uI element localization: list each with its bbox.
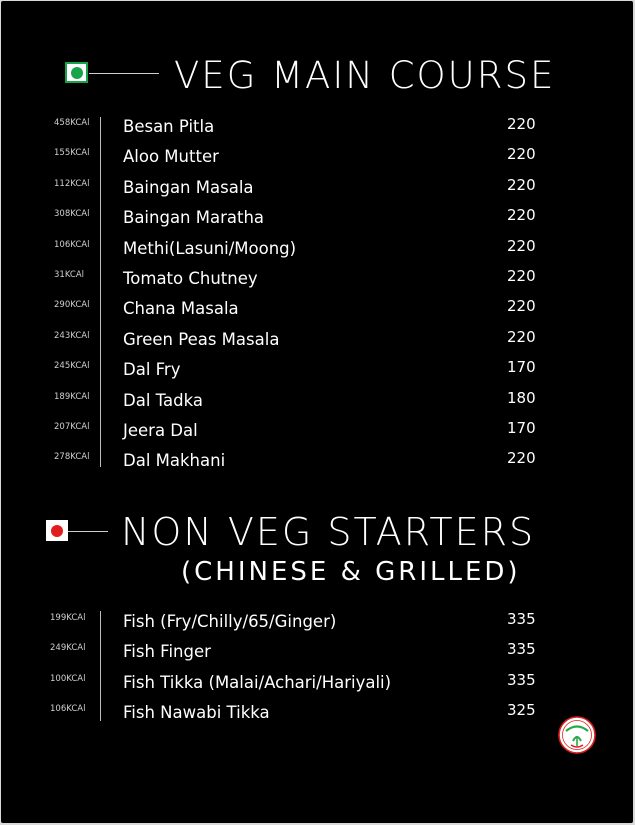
item-kcal: 290KCAl	[54, 300, 90, 311]
nonveg-section-title: NON VEG STARTERS	[121, 510, 536, 554]
item-kcal: 278KCAl	[54, 452, 90, 463]
item-kcal: 249KCAl	[50, 643, 86, 654]
item-name: Fish Nawabi Tikka	[123, 703, 270, 723]
item-name: Methi(Lasuni/Moong)	[123, 238, 297, 258]
item-name: Fish Finger	[123, 642, 211, 662]
item-kcal: 106KCAl	[54, 239, 90, 250]
item-name: Tomato Chutney	[123, 269, 258, 288]
item-kcal: 458KCAl	[54, 118, 90, 128]
item-kcal: 112KCAl	[54, 178, 90, 189]
item-price: 325	[507, 701, 536, 720]
item-name: Besan Pitla	[123, 117, 215, 136]
item-price: 220	[507, 175, 536, 194]
nonveg-section-subtitle: (CHINESE & GRILLED)	[181, 557, 521, 587]
item-kcal: 207KCAl	[54, 422, 90, 432]
veg-title-rule	[89, 73, 159, 74]
item-name: Dal Makhani	[123, 451, 226, 471]
item-kcal: 243KCAl	[54, 330, 90, 341]
item-price: 170	[507, 358, 536, 377]
item-price: 335	[507, 640, 536, 659]
item-name: Aloo Mutter	[123, 147, 219, 167]
item-name: Fish (Fry/Chilly/65/Ginger)	[123, 612, 337, 631]
item-kcal: 106KCAl	[50, 704, 86, 715]
item-price: 220	[507, 327, 536, 346]
item-name: Dal Fry	[123, 360, 181, 380]
veg-section-title: VEG MAIN COURSE	[174, 54, 556, 97]
item-price: 220	[507, 449, 536, 468]
item-price: 335	[507, 670, 536, 689]
item-name: Fish Tikka (Malai/Achari/Hariyali)	[123, 672, 392, 692]
menu-page: VEG MAIN COURSE 458KCAl Besan Pitla 220 155…	[1, 1, 633, 823]
item-price: 220	[507, 115, 536, 133]
veg-kcal-divider	[100, 117, 101, 467]
item-price: 220	[507, 267, 536, 285]
brand-logo-icon	[558, 716, 596, 754]
item-name: Green Peas Masala	[123, 329, 280, 349]
item-name: Jeera Dal	[123, 421, 198, 440]
veg-marker-dot	[70, 66, 83, 79]
item-kcal: 245KCAl	[54, 361, 90, 372]
nonveg-marker-icon	[46, 520, 68, 541]
item-price: 220	[507, 206, 536, 225]
item-price: 180	[507, 388, 536, 407]
item-kcal: 31KCAl	[54, 270, 85, 280]
nonveg-marker-dot	[51, 524, 63, 537]
item-name: Chana Masala	[123, 299, 239, 319]
item-name: Baingan Masala	[123, 177, 254, 197]
item-price: 220	[507, 236, 536, 255]
item-price: 170	[507, 419, 536, 437]
item-kcal: 189KCAl	[54, 391, 90, 402]
item-price: 335	[507, 610, 536, 628]
item-kcal: 308KCAl	[54, 209, 90, 220]
item-kcal: 100KCAl	[50, 673, 86, 684]
item-price: 220	[507, 297, 536, 316]
item-price: 220	[507, 145, 536, 164]
nonveg-kcal-divider	[100, 611, 101, 721]
item-kcal: 155KCAl	[54, 148, 90, 159]
item-name: Dal Tadka	[123, 390, 203, 410]
item-kcal: 199KCAl	[50, 613, 86, 623]
item-name: Baingan Maratha	[123, 208, 265, 228]
veg-marker-icon	[65, 62, 88, 83]
nonveg-title-rule	[68, 531, 108, 532]
